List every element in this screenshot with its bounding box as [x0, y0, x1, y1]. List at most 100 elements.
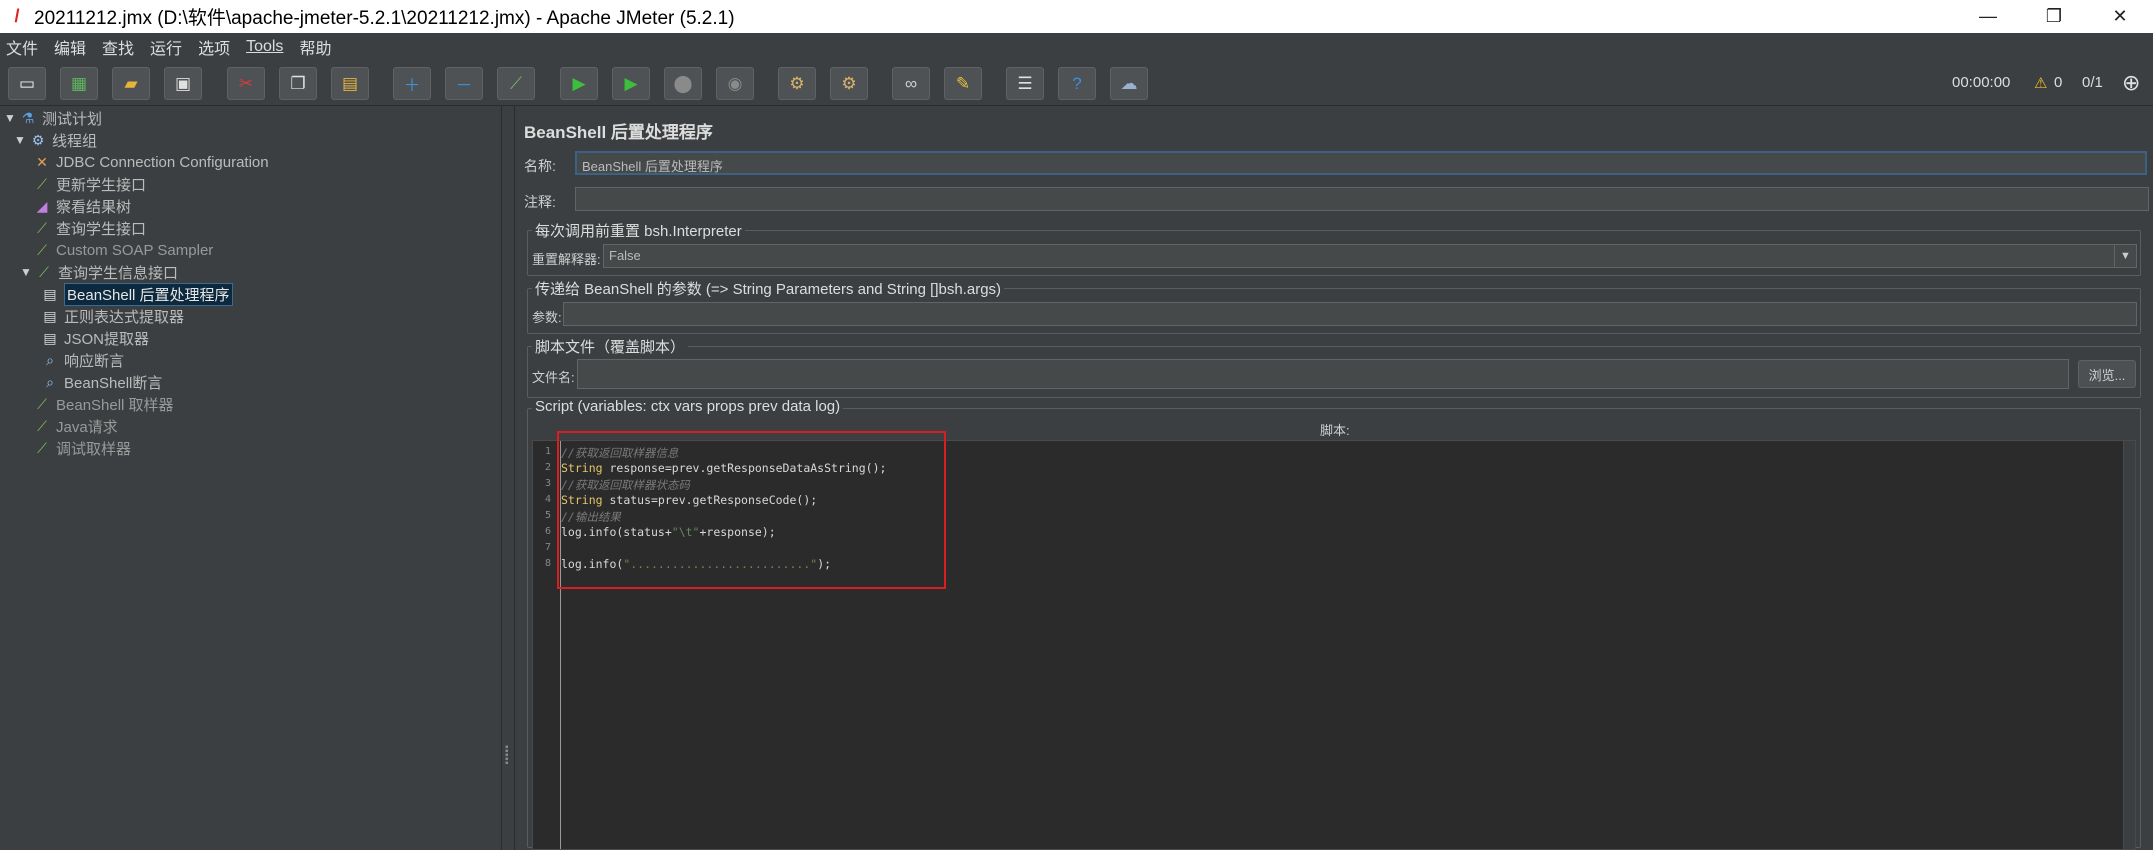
title-bar: / 20211212.jmx (D:\软件\apache-jmeter-5.2.…	[0, 0, 2153, 33]
window-controls: — ❐ ✕	[1955, 0, 2153, 33]
splitter-grip-icon[interactable]: ▪ ▪ ▪ ▪ ▪	[505, 743, 509, 769]
minimize-button[interactable]: —	[1955, 0, 2021, 33]
open-icon[interactable]: ▰	[112, 67, 150, 100]
tree-item-test-plan[interactable]: ▼ ⚗ 测试计划	[4, 107, 102, 129]
cut-icon[interactable]: ✂	[227, 67, 265, 100]
pipette-icon: ⟋	[37, 395, 47, 412]
clear-all-icon[interactable]: ⚙	[830, 67, 868, 100]
menu-file[interactable]: 文件	[6, 35, 38, 59]
toolbar: ▭ ▦ ▰ ▣ ✂ ❐ ▤ ＋ － ⟋ ▶ ▶ ⬤ ◉ ⚙ ⚙ ∞ ✎ ☰ ? …	[0, 62, 2153, 106]
editor-scrollbar[interactable]	[2123, 441, 2135, 849]
line-number: 6	[544, 526, 551, 537]
expand-arrow-icon[interactable]: ▼	[14, 133, 28, 147]
test-plan-icon: ⚗	[21, 109, 35, 126]
menu-bar: 文件 编辑 查找 运行 选项 Tools 帮助	[0, 33, 2153, 61]
tree-item-thread-group[interactable]: ▼ ⚙ 线程组	[14, 129, 97, 151]
test-plan-tree[interactable]: ▼ ⚗ 测试计划 ▼ ⚙ 线程组 ✕ JDBC Connection Confi…	[0, 106, 502, 850]
panel-title: BeanShell 后置处理程序	[524, 123, 713, 142]
comment-field[interactable]	[575, 187, 2149, 211]
panel-splitter[interactable]: ▪ ▪ ▪ ▪ ▪	[502, 106, 515, 850]
chart-icon: ◢	[36, 197, 48, 214]
menu-tools[interactable]: Tools	[246, 38, 283, 56]
document-icon: ▤	[43, 329, 57, 346]
line-number: 5	[544, 510, 551, 521]
warning-count[interactable]: 0	[2054, 74, 2062, 91]
tree-item-json-extractor[interactable]: ▤ JSON提取器	[40, 327, 149, 349]
jmeter-feather-icon: /	[14, 6, 20, 26]
start-no-pauses-icon[interactable]: ▶	[612, 67, 650, 100]
close-button[interactable]: ✕	[2087, 0, 2153, 33]
menu-help[interactable]: 帮助	[299, 35, 331, 59]
toggle-icon[interactable]: ⟋	[497, 67, 535, 100]
pipette-icon: ⟋	[39, 263, 49, 280]
globe-icon[interactable]: ⊕	[2122, 70, 2140, 96]
line-number: 1	[544, 446, 551, 457]
filename-field[interactable]	[577, 359, 2069, 389]
reset-interpreter-value: False	[609, 248, 641, 263]
tree-item-regex-extractor[interactable]: ▤ 正则表达式提取器	[40, 305, 184, 327]
comment-label: 注释:	[524, 194, 556, 210]
expand-arrow-icon[interactable]: ▼	[20, 265, 34, 279]
tree-item-beanshell-postprocessor[interactable]: ▤ BeanShell 后置处理程序	[40, 282, 233, 306]
parameters-group-title: 传递给 BeanShell 的参数 (=> String Parameters …	[532, 278, 1005, 299]
save-icon[interactable]: ▣	[164, 67, 202, 100]
pipette-icon: ⟋	[37, 439, 47, 456]
expand-icon[interactable]: ＋	[393, 67, 431, 100]
warning-icon[interactable]: ⚠	[2034, 74, 2047, 92]
filename-label: 文件名:	[532, 370, 575, 385]
line-number: 2	[544, 462, 551, 473]
help-icon[interactable]: ?	[1058, 67, 1096, 100]
elapsed-timer: 00:00:00	[1952, 74, 2011, 91]
menu-edit[interactable]: 编辑	[54, 35, 86, 59]
reset-interpreter-select[interactable]: False ▼	[603, 244, 2137, 268]
line-number: 7	[544, 542, 551, 553]
remote-icon[interactable]: ☁	[1110, 67, 1148, 100]
stop-icon[interactable]: ⬤	[664, 67, 702, 100]
magnifier-icon: ⌕	[46, 351, 54, 368]
parameters-field[interactable]	[563, 302, 2137, 326]
menu-run[interactable]: 运行	[150, 35, 182, 59]
tree-item-update-student[interactable]: ⟋ 更新学生接口	[32, 173, 146, 195]
tree-item-response-assertion[interactable]: ⌕ 响应断言	[40, 349, 124, 371]
tree-item-jdbc-config[interactable]: ✕ JDBC Connection Configuration	[32, 151, 269, 173]
function-helper-icon[interactable]: ☰	[1006, 67, 1044, 100]
menu-search[interactable]: 查找	[102, 35, 134, 59]
copy-icon[interactable]: ❐	[279, 67, 317, 100]
expand-arrow-icon[interactable]: ▼	[4, 111, 18, 125]
gear-icon: ⚙	[31, 131, 45, 148]
name-field[interactable]: BeanShell 后置处理程序	[575, 151, 2147, 175]
start-icon[interactable]: ▶	[560, 67, 598, 100]
tree-item-java-request[interactable]: ⟋ Java请求	[32, 415, 118, 437]
new-icon[interactable]: ▭	[8, 67, 46, 100]
magnifier-icon: ⌕	[46, 373, 54, 390]
tree-item-soap-sampler[interactable]: ⟋ Custom SOAP Sampler	[32, 239, 213, 261]
reset-interpreter-label: 重置解释器:	[532, 252, 601, 267]
chevron-down-icon[interactable]: ▼	[2114, 245, 2136, 267]
browse-button[interactable]: 浏览...	[2078, 360, 2136, 388]
pipette-icon: ⟋	[37, 241, 47, 258]
highlight-annotation	[557, 431, 946, 589]
wrench-icon: ✕	[36, 153, 48, 170]
tree-item-beanshell-assertion[interactable]: ⌕ BeanShell断言	[40, 371, 162, 393]
collapse-icon[interactable]: －	[445, 67, 483, 100]
search-icon[interactable]: ∞	[892, 67, 930, 100]
tree-item-beanshell-sampler[interactable]: ⟋ BeanShell 取样器	[32, 393, 173, 415]
shutdown-icon[interactable]: ◉	[716, 67, 754, 100]
line-number: 4	[544, 494, 551, 505]
reset-search-icon[interactable]: ✎	[944, 67, 982, 100]
clear-icon[interactable]: ⚙	[778, 67, 816, 100]
tree-item-query-student-info[interactable]: ▼ ⟋ 查询学生信息接口	[20, 261, 178, 283]
tree-item-debug-sampler[interactable]: ⟋ 调试取样器	[32, 437, 131, 459]
menu-options[interactable]: 选项	[198, 35, 230, 59]
tree-item-view-results-tree[interactable]: ◢ 察看结果树	[32, 195, 131, 217]
pipette-icon: ⟋	[37, 219, 47, 236]
templates-icon[interactable]: ▦	[60, 67, 98, 100]
line-number: 3	[544, 478, 551, 489]
tree-item-query-student[interactable]: ⟋ 查询学生接口	[32, 217, 146, 239]
maximize-button[interactable]: ❐	[2021, 0, 2087, 33]
document-icon: ▤	[43, 307, 57, 324]
pipette-icon: ⟋	[37, 417, 47, 434]
script-group-title: Script (variables: ctx vars props prev d…	[532, 398, 844, 415]
paste-icon[interactable]: ▤	[331, 67, 369, 100]
thread-count: 0/1	[2082, 74, 2103, 91]
